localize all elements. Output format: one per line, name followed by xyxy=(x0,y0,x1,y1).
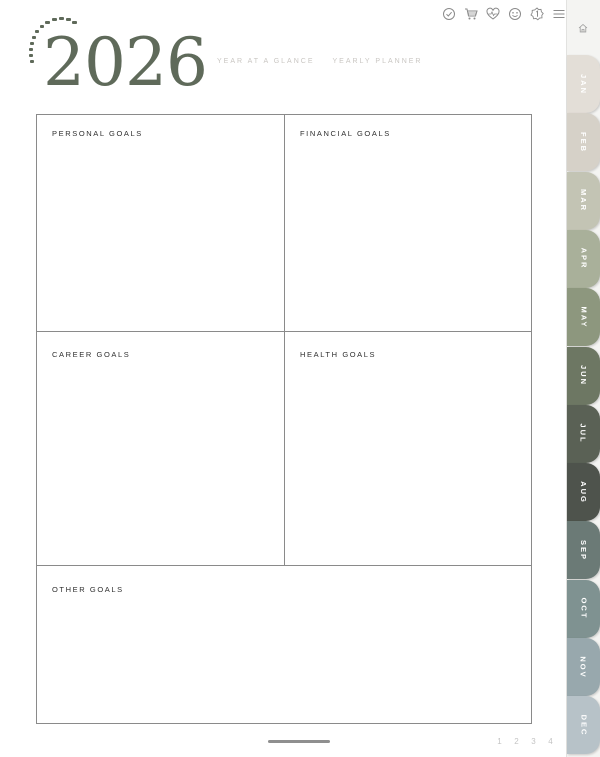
health-goals-box[interactable]: HEALTH GOALS xyxy=(285,332,531,566)
tab-oct[interactable]: OCT xyxy=(567,579,600,638)
yearly-planner-link[interactable]: YEARLY PLANNER xyxy=(333,58,423,65)
scroll-indicator[interactable] xyxy=(268,740,330,743)
heart-pulse-icon[interactable] xyxy=(485,6,501,22)
health-goals-label: HEALTH GOALS xyxy=(300,350,377,359)
tab-may-label: MAY xyxy=(578,306,588,329)
career-goals-box[interactable]: CAREER GOALS xyxy=(37,332,285,566)
financial-goals-box[interactable]: FINANCIAL GOALS xyxy=(285,115,531,332)
tab-feb[interactable]: FEB xyxy=(567,113,600,172)
tab-jan-label: JAN xyxy=(578,73,588,95)
tab-oct-label: OCT xyxy=(579,597,588,620)
career-goals-label: CAREER GOALS xyxy=(52,350,131,359)
year-at-a-glance-link[interactable]: YEAR AT A GLANCE xyxy=(217,58,315,65)
tab-aug-label: AUG xyxy=(578,480,588,504)
tab-jul[interactable]: JUL xyxy=(567,404,600,463)
other-goals-box[interactable]: OTHER GOALS xyxy=(37,566,531,723)
tab-apr-label: APR xyxy=(579,247,588,270)
page-1-link[interactable]: 1 xyxy=(496,737,503,746)
personal-goals-box[interactable]: PERSONAL GOALS xyxy=(37,115,285,332)
page-pagination: 1 2 3 4 xyxy=(496,737,554,746)
tab-nov[interactable]: NOV xyxy=(567,638,600,696)
tab-dec[interactable]: DEC xyxy=(567,696,600,755)
tab-mar-label: MAR xyxy=(579,189,588,213)
check-circle-icon[interactable] xyxy=(441,6,457,22)
tab-jan[interactable]: JAN xyxy=(567,55,600,113)
menu-icon[interactable] xyxy=(551,6,567,22)
page-2-link[interactable]: 2 xyxy=(513,737,520,746)
tab-sep[interactable]: SEP xyxy=(567,521,600,580)
personal-goals-label: PERSONAL GOALS xyxy=(52,129,143,138)
badge-one-icon[interactable] xyxy=(529,6,545,22)
toolbar xyxy=(441,6,567,22)
header-nav: YEAR AT A GLANCE YEARLY PLANNER xyxy=(217,58,423,65)
page-title: 2026 xyxy=(43,24,208,101)
smiley-icon[interactable] xyxy=(507,6,523,22)
home-button[interactable] xyxy=(566,0,600,55)
tab-apr[interactable]: APR xyxy=(567,229,600,288)
tab-dec-label: DEC xyxy=(579,714,588,737)
tab-sep-label: SEP xyxy=(578,539,588,561)
page-3-link[interactable]: 3 xyxy=(530,737,537,746)
financial-goals-label: FINANCIAL GOALS xyxy=(300,129,391,138)
cart-icon[interactable] xyxy=(463,6,479,22)
page-4-link[interactable]: 4 xyxy=(547,737,554,746)
tab-may[interactable]: MAY xyxy=(567,288,600,347)
tab-mar[interactable]: MAR xyxy=(567,171,600,230)
home-icon xyxy=(578,23,588,32)
tab-feb-label: FEB xyxy=(579,131,588,153)
other-goals-label: OTHER GOALS xyxy=(52,585,124,594)
tab-jun[interactable]: JUN xyxy=(567,346,600,405)
tab-jul-label: JUL xyxy=(578,423,588,444)
tab-nov-label: NOV xyxy=(578,655,588,679)
goals-grid: PERSONAL GOALS FINANCIAL GOALS CAREER GO… xyxy=(36,114,532,724)
tab-jun-label: JUN xyxy=(578,364,588,387)
tab-aug[interactable]: AUG xyxy=(567,463,600,522)
